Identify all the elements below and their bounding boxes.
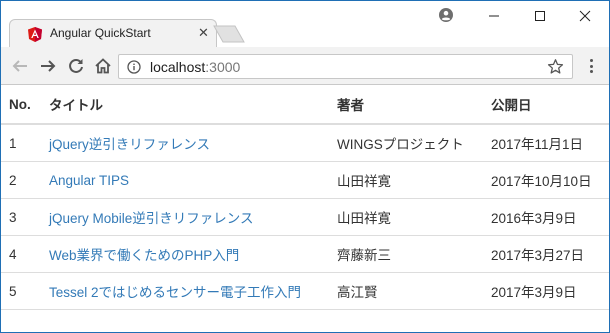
header-author: 著者 [337,85,491,125]
tab-close-icon[interactable]: ✕ [198,26,209,41]
info-icon[interactable] [127,60,141,74]
table-row: 2 Angular TIPS 山田祥寛 2017年10月10日 [1,161,609,199]
row-date: 2017年3月27日 [491,235,609,273]
row-author: 高江賢 [337,272,491,310]
close-window-button[interactable] [562,1,608,31]
book-title-link[interactable]: Web業界で働くためのPHP入門 [49,248,239,263]
minimize-button[interactable] [471,1,517,31]
url-host: localhost [150,59,206,75]
table-header-row: No. タイトル 著者 公開日 [1,85,609,125]
row-no: 4 [1,235,49,273]
table-row: 3 jQuery Mobile逆引きリファレンス 山田祥寛 2016年3月9日 [1,198,609,236]
row-no: 5 [1,272,49,310]
back-arrow-icon [12,60,27,72]
home-button[interactable] [91,54,115,78]
header-date: 公開日 [491,85,609,125]
row-no: 3 [1,198,49,236]
books-table: No. タイトル 著者 公開日 1 jQuery逆引きリファレンス WINGSプ… [1,85,609,310]
browser-toolbar: localhost:3000 [1,47,609,85]
address-bar[interactable]: localhost:3000 [118,54,573,79]
tab-title: Angular QuickStart [50,26,151,40]
row-date: 2016年3月9日 [491,198,609,236]
book-title-link[interactable]: Tessel 2ではじめるセンサー電子工作入門 [49,285,301,300]
header-no: No. [1,85,49,125]
row-no: 2 [1,161,49,199]
book-title-link[interactable]: jQuery Mobile逆引きリファレンス [49,211,254,226]
row-date: 2017年11月1日 [491,124,609,162]
page-content: No. タイトル 著者 公開日 1 jQuery逆引きリファレンス WINGSプ… [1,85,609,332]
forward-arrow-icon [41,60,56,72]
row-author: WINGSプロジェクト [337,124,491,162]
row-date: 2017年3月9日 [491,272,609,310]
table-row: 5 Tessel 2ではじめるセンサー電子工作入門 高江賢 2017年3月9日 [1,272,609,310]
close-icon [579,10,591,22]
row-author: 山田祥寛 [337,198,491,236]
book-title-link[interactable]: jQuery逆引きリファレンス [49,137,210,152]
reload-button[interactable] [64,54,88,78]
row-author: 山田祥寛 [337,161,491,199]
browser-window: Angular QuickStart ✕ localhost:3000 No. … [0,0,610,333]
new-tab-button[interactable] [213,25,245,43]
table-row: 4 Web業界で働くためのPHP入門 齊藤新三 2017年3月27日 [1,235,609,273]
row-date: 2017年10月10日 [491,161,609,199]
kebab-menu-icon[interactable] [584,57,598,75]
angular-shield-icon [28,27,42,42]
home-icon [95,58,111,74]
minimize-icon [489,15,499,17]
book-title-link[interactable]: Angular TIPS [49,173,129,188]
forward-button[interactable] [36,54,60,78]
url-text: localhost:3000 [150,59,240,75]
maximize-icon [535,11,545,21]
header-title: タイトル [49,85,337,125]
table-row: 1 jQuery逆引きリファレンス WINGSプロジェクト 2017年11月1日 [1,124,609,162]
title-bar: Angular QuickStart ✕ [1,1,609,47]
url-port: :3000 [205,59,241,75]
row-no: 1 [1,124,49,162]
row-author: 齊藤新三 [337,235,491,273]
tab-angular-quickstart[interactable]: Angular QuickStart ✕ [9,19,217,47]
maximize-button[interactable] [517,1,563,31]
star-icon[interactable] [547,58,564,75]
reload-icon [69,58,83,73]
profile-icon[interactable] [439,8,453,22]
back-button[interactable] [8,54,32,78]
